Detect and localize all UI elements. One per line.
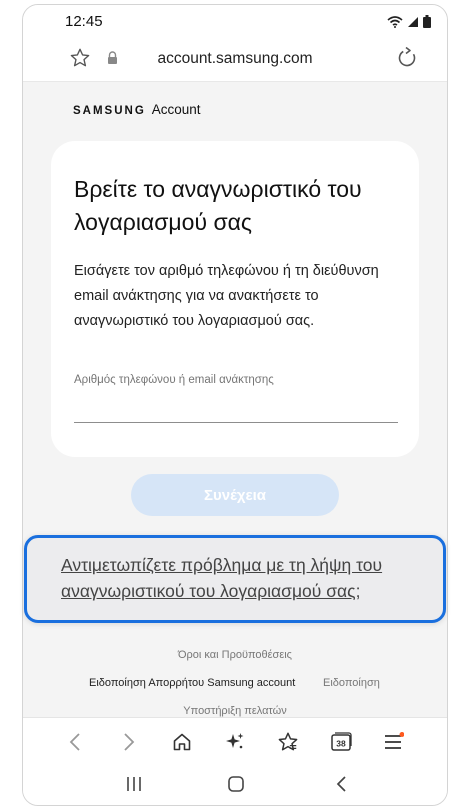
account-wordmark: Account (151, 102, 201, 117)
terms-link[interactable]: Όροι και Προϋποθέσεις (23, 649, 447, 661)
sparkle-icon[interactable] (223, 730, 247, 754)
system-icons (387, 15, 431, 28)
samsung-account-logo: SAMSUNG Account (73, 102, 201, 117)
recent-apps-icon[interactable] (125, 775, 143, 793)
bookmarks-star-icon[interactable] (276, 730, 300, 754)
customer-support-link[interactable]: Υποστήριξη πελατών (23, 705, 447, 717)
url-text[interactable]: account.samsung.com (23, 50, 447, 68)
back-button-icon[interactable] (335, 775, 349, 793)
system-navigation-bar (23, 765, 447, 805)
status-bar: 12:45 (23, 5, 447, 35)
browser-url-bar: account.samsung.com (23, 35, 447, 82)
home-button-icon[interactable] (227, 775, 245, 793)
page-description: Εισάγετε τον αριθμό τηλεφώνου ή τη διεύθ… (74, 263, 379, 329)
tabs-icon[interactable]: 38 (329, 730, 353, 754)
input-underline (74, 422, 398, 423)
notice-link[interactable]: Ειδοποίηση (323, 677, 380, 689)
page-title: Βρείτε το αναγνωριστικό του λογαριασμού … (74, 176, 362, 235)
reload-icon[interactable] (395, 46, 419, 70)
privacy-notice-link[interactable]: Ειδοποίηση Απορρήτου Samsung account (89, 677, 295, 689)
phone-or-email-input[interactable] (74, 374, 394, 386)
forward-arrow-icon[interactable] (117, 730, 141, 754)
wifi-icon (387, 15, 403, 28)
samsung-wordmark: SAMSUNG (73, 105, 146, 117)
phone-frame: 12:45 account.samsung.com SAMSUNG Account (22, 4, 448, 806)
menu-icon[interactable] (381, 730, 405, 754)
browser-bottom-toolbar: 38 (23, 717, 447, 766)
find-id-card: Βρείτε το αναγνωριστικό του λογαριασμού … (51, 141, 419, 457)
home-icon[interactable] (170, 730, 194, 754)
signal-icon (407, 16, 419, 28)
trouble-receiving-id-link[interactable]: Αντιμετωπίζετε πρόβλημα με τη λήψη του α… (61, 552, 431, 604)
status-time: 12:45 (65, 13, 103, 30)
back-arrow-icon[interactable] (63, 730, 87, 754)
battery-icon (423, 15, 431, 28)
continue-button[interactable]: Συνέχεια (131, 474, 339, 516)
help-callout: Αντιμετωπίζετε πρόβλημα με τη λήψη του α… (24, 535, 446, 623)
tabs-count: 38 (336, 739, 346, 749)
